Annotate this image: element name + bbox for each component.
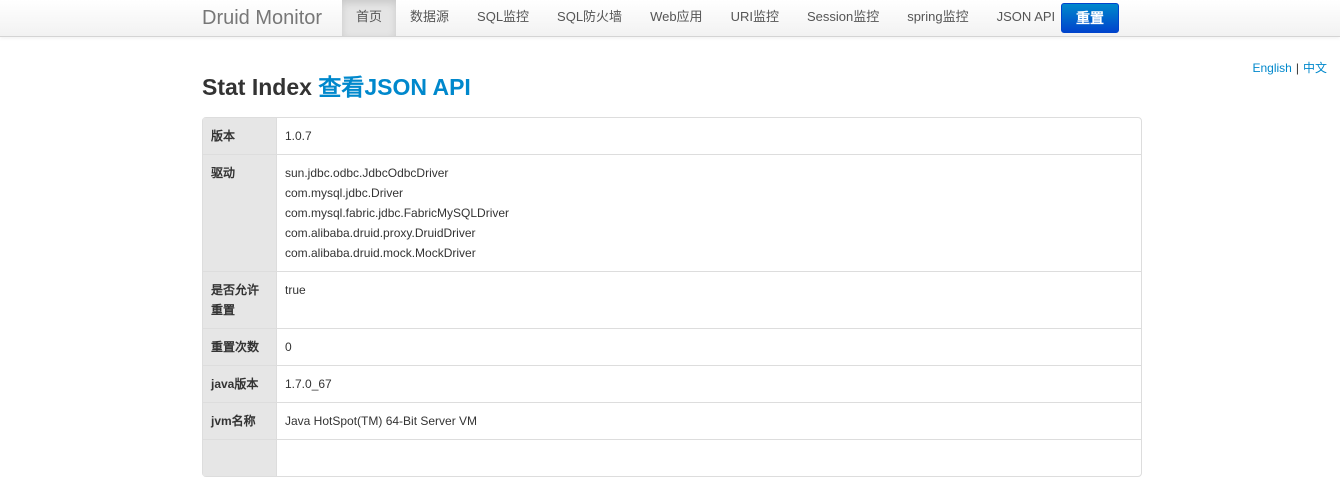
version-value: 1.0.7	[285, 129, 312, 143]
nav-item-home[interactable]: 首页	[342, 0, 397, 36]
brand-title[interactable]: Druid Monitor	[202, 6, 322, 30]
drivers-label: 驱动	[203, 154, 277, 271]
nav-item-web-app[interactable]: Web应用	[636, 0, 717, 36]
nav-item-json-api[interactable]: JSON API	[983, 0, 1070, 36]
driver-item: com.mysql.fabric.jdbc.FabricMySQLDriver	[285, 206, 510, 220]
driver-item: sun.jdbc.odbc.JdbcOdbcDriver	[285, 166, 449, 180]
page-title: Stat Index 查看JSON API	[202, 72, 471, 102]
table-row-drivers: 驱动 sun.jdbc.odbc.JdbcOdbcDriver com.mysq…	[203, 154, 1141, 271]
nav-item-uri-monitor[interactable]: URI监控	[717, 0, 793, 36]
stat-info-table: 版本 1.0.7 驱动 sun.jdbc.odbc.JdbcOdbcDriver…	[202, 117, 1142, 477]
nav-item-session-monitor[interactable]: Session监控	[793, 0, 893, 36]
top-navbar: Druid Monitor 首页 数据源 SQL监控 SQL防火墙 Web应用 …	[0, 0, 1340, 37]
java-version-value: 1.7.0_67	[277, 365, 1141, 402]
jvm-name-value: Java HotSpot(TM) 64-Bit Server VM	[277, 402, 1141, 439]
driver-item: com.alibaba.druid.proxy.DruidDriver	[285, 226, 476, 240]
reset-enable-label: 是否允许重置	[203, 271, 277, 328]
nav-item-spring-monitor[interactable]: spring监控	[893, 0, 982, 36]
table-row-reset-count: 重置次数 0	[203, 328, 1141, 365]
nav-item-sql-firewall[interactable]: SQL防火墙	[543, 0, 636, 36]
reset-button[interactable]: 重置	[1061, 3, 1119, 33]
main-nav: 首页 数据源 SQL监控 SQL防火墙 Web应用 URI监控 Session监…	[342, 0, 1069, 36]
nav-item-sql-monitor[interactable]: SQL监控	[463, 0, 543, 36]
lang-separator: |	[1295, 61, 1299, 75]
json-api-link[interactable]: 查看JSON API	[318, 74, 471, 100]
page-title-text: Stat Index	[202, 74, 312, 100]
jvm-name-label: jvm名称	[203, 402, 277, 439]
driver-item: com.mysql.jdbc.Driver	[285, 186, 404, 200]
lang-english-link[interactable]: English	[1253, 61, 1292, 75]
reset-count-value: 0	[277, 328, 1141, 365]
reset-count-label: 重置次数	[203, 328, 277, 365]
lang-chinese-link[interactable]: 中文	[1303, 61, 1327, 75]
version-label: 版本	[203, 118, 277, 154]
table-row-version: 版本 1.0.7	[203, 118, 1141, 154]
table-row-java-version: java版本 1.7.0_67	[203, 365, 1141, 402]
reset-enable-value: true	[277, 271, 1141, 328]
language-switcher: English | 中文	[1253, 59, 1328, 76]
java-version-label: java版本	[203, 365, 277, 402]
table-row-jvm-name: jvm名称 Java HotSpot(TM) 64-Bit Server VM	[203, 402, 1141, 439]
nav-item-datasource[interactable]: 数据源	[396, 0, 463, 36]
drivers-value: sun.jdbc.odbc.JdbcOdbcDriver com.mysql.j…	[277, 154, 1141, 271]
driver-item: com.alibaba.druid.mock.MockDriver	[285, 246, 476, 260]
table-row-reset-enable: 是否允许重置 true	[203, 271, 1141, 328]
